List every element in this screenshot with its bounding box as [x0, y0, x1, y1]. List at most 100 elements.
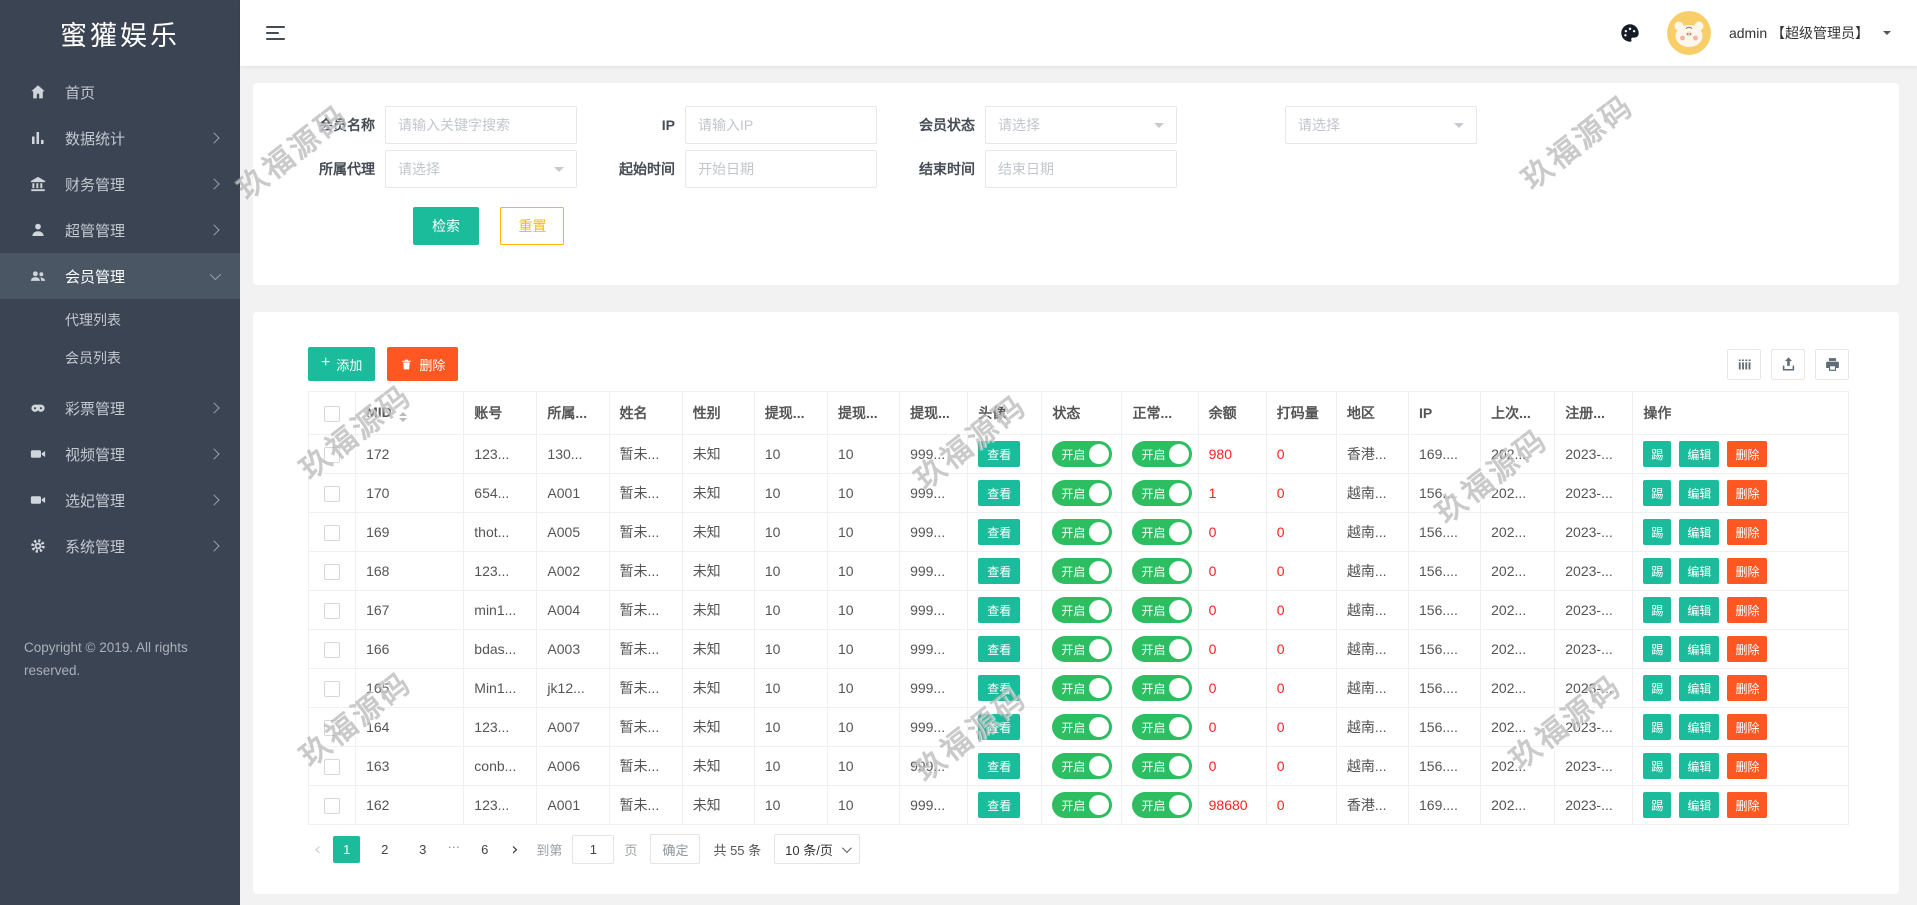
row-checkbox[interactable]	[324, 798, 340, 814]
status-toggle[interactable]: 开启	[1052, 714, 1112, 740]
view-avatar-button[interactable]: 查看	[978, 753, 1020, 779]
reset-button[interactable]: 重置	[500, 207, 564, 245]
jump-page-input[interactable]	[572, 835, 614, 864]
normal-toggle[interactable]: 开启	[1132, 558, 1192, 584]
search-button[interactable]: 检索	[413, 207, 479, 245]
sidebar-item-members[interactable]: 会员管理	[0, 253, 240, 299]
status-toggle[interactable]: 开启	[1052, 753, 1112, 779]
delete-row-button[interactable]: 删除	[1727, 714, 1767, 740]
sidebar-item-concubine[interactable]: 选妃管理	[0, 477, 240, 523]
theme-palette-icon[interactable]	[1619, 22, 1641, 44]
sidebar-item-stats[interactable]: 数据统计	[0, 115, 240, 161]
normal-toggle[interactable]: 开启	[1132, 480, 1192, 506]
kick-button[interactable]: 踢	[1643, 792, 1671, 818]
row-checkbox[interactable]	[324, 486, 340, 502]
end-date-input[interactable]	[985, 150, 1177, 188]
agent-select[interactable]: 请选择	[385, 150, 577, 188]
jump-confirm-button[interactable]: 确定	[650, 834, 700, 864]
print-button[interactable]	[1815, 349, 1849, 380]
edit-button[interactable]: 编辑	[1679, 597, 1719, 623]
row-checkbox[interactable]	[324, 525, 340, 541]
add-button[interactable]: + 添加	[308, 347, 375, 381]
normal-toggle[interactable]: 开启	[1132, 675, 1192, 701]
user-avatar[interactable]	[1667, 11, 1711, 55]
prev-page-button[interactable]: ‹	[314, 839, 321, 860]
delete-row-button[interactable]: 删除	[1727, 519, 1767, 545]
delete-row-button[interactable]: 删除	[1727, 597, 1767, 623]
sidebar-item-video[interactable]: 视频管理	[0, 431, 240, 477]
ip-input[interactable]	[685, 106, 877, 144]
edit-button[interactable]: 编辑	[1679, 519, 1719, 545]
edit-button[interactable]: 编辑	[1679, 753, 1719, 779]
view-avatar-button[interactable]: 查看	[978, 519, 1020, 545]
sidebar-subitem-member-list[interactable]: 会员列表	[0, 339, 240, 377]
row-checkbox[interactable]	[324, 720, 340, 736]
status-toggle[interactable]: 开启	[1052, 441, 1112, 467]
sidebar-item-lottery[interactable]: 彩票管理	[0, 385, 240, 431]
delete-row-button[interactable]: 删除	[1727, 441, 1767, 467]
member-status-select[interactable]: 请选择	[985, 106, 1177, 144]
next-page-button[interactable]: ›	[511, 839, 518, 860]
normal-toggle[interactable]: 开启	[1132, 792, 1192, 818]
menu-toggle-icon[interactable]	[266, 22, 285, 44]
edit-button[interactable]: 编辑	[1679, 675, 1719, 701]
delete-row-button[interactable]: 删除	[1727, 558, 1767, 584]
row-checkbox[interactable]	[324, 759, 340, 775]
view-avatar-button[interactable]: 查看	[978, 714, 1020, 740]
page-size-select[interactable]: 10 条/页	[774, 834, 860, 864]
edit-button[interactable]: 编辑	[1679, 792, 1719, 818]
member-name-input[interactable]	[385, 106, 577, 144]
normal-toggle[interactable]: 开启	[1132, 519, 1192, 545]
page-button-1[interactable]: 1	[333, 836, 360, 863]
sort-icon[interactable]	[399, 412, 407, 422]
columns-filter-button[interactable]	[1727, 349, 1761, 380]
edit-button[interactable]: 编辑	[1679, 441, 1719, 467]
kick-button[interactable]: 踢	[1643, 597, 1671, 623]
sidebar-subitem-agent-list[interactable]: 代理列表	[0, 301, 240, 339]
view-avatar-button[interactable]: 查看	[978, 792, 1020, 818]
status-toggle[interactable]: 开启	[1052, 792, 1112, 818]
row-checkbox[interactable]	[324, 447, 340, 463]
normal-toggle[interactable]: 开启	[1132, 753, 1192, 779]
delete-row-button[interactable]: 删除	[1727, 753, 1767, 779]
delete-row-button[interactable]: 删除	[1727, 480, 1767, 506]
row-checkbox[interactable]	[324, 564, 340, 580]
export-button[interactable]	[1771, 349, 1805, 380]
view-avatar-button[interactable]: 查看	[978, 480, 1020, 506]
row-checkbox[interactable]	[324, 603, 340, 619]
status-toggle[interactable]: 开启	[1052, 597, 1112, 623]
page-button-6[interactable]: 6	[471, 836, 498, 863]
sidebar-item-home[interactable]: 首页	[0, 69, 240, 115]
kick-button[interactable]: 踢	[1643, 753, 1671, 779]
view-avatar-button[interactable]: 查看	[978, 558, 1020, 584]
delete-row-button[interactable]: 删除	[1727, 792, 1767, 818]
select-all-checkbox[interactable]	[324, 406, 340, 422]
delete-button[interactable]: 删除	[387, 347, 458, 381]
view-avatar-button[interactable]: 查看	[978, 636, 1020, 662]
delete-row-button[interactable]: 删除	[1727, 636, 1767, 662]
normal-toggle[interactable]: 开启	[1132, 441, 1192, 467]
status-toggle[interactable]: 开启	[1052, 636, 1112, 662]
view-avatar-button[interactable]: 查看	[978, 441, 1020, 467]
sidebar-item-admins[interactable]: 超管管理	[0, 207, 240, 253]
normal-toggle[interactable]: 开启	[1132, 597, 1192, 623]
kick-button[interactable]: 踢	[1643, 558, 1671, 584]
page-button-3[interactable]: 3	[409, 836, 436, 863]
view-avatar-button[interactable]: 查看	[978, 675, 1020, 701]
status-toggle[interactable]: 开启	[1052, 558, 1112, 584]
normal-toggle[interactable]: 开启	[1132, 636, 1192, 662]
sidebar-item-finance[interactable]: 财务管理	[0, 161, 240, 207]
normal-toggle[interactable]: 开启	[1132, 714, 1192, 740]
status-toggle[interactable]: 开启	[1052, 675, 1112, 701]
view-avatar-button[interactable]: 查看	[978, 597, 1020, 623]
kick-button[interactable]: 踢	[1643, 519, 1671, 545]
edit-button[interactable]: 编辑	[1679, 714, 1719, 740]
kick-button[interactable]: 踢	[1643, 441, 1671, 467]
kick-button[interactable]: 踢	[1643, 636, 1671, 662]
page-button-2[interactable]: 2	[371, 836, 398, 863]
delete-row-button[interactable]: 删除	[1727, 675, 1767, 701]
kick-button[interactable]: 踢	[1643, 480, 1671, 506]
member-status-2-select[interactable]: 请选择	[1285, 106, 1477, 144]
status-toggle[interactable]: 开启	[1052, 480, 1112, 506]
row-checkbox[interactable]	[324, 642, 340, 658]
